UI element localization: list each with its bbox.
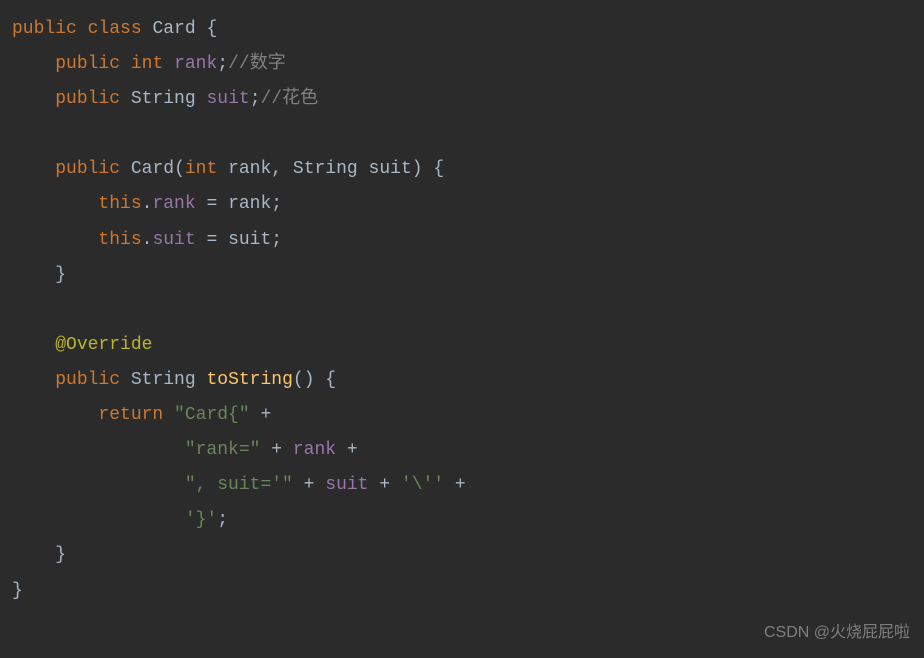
brace-close: } bbox=[55, 545, 66, 565]
code-line-13: "rank=" + rank + bbox=[0, 433, 924, 468]
plus: + bbox=[444, 475, 466, 495]
field-rank: rank bbox=[293, 440, 336, 460]
constructor-name: Card bbox=[131, 159, 174, 179]
paren-open: ( bbox=[174, 159, 185, 179]
equals: = bbox=[196, 230, 228, 250]
keyword-class: class bbox=[88, 19, 142, 39]
keyword-this: this bbox=[98, 194, 141, 214]
field-suit: suit bbox=[206, 89, 249, 109]
string-literal: "rank=" bbox=[185, 440, 261, 460]
code-line-7: this.suit = suit; bbox=[0, 223, 924, 258]
code-line-3: public String suit;//花色 bbox=[0, 82, 924, 117]
type-int: int bbox=[131, 54, 163, 74]
plus: + bbox=[293, 475, 325, 495]
code-line-5: public Card(int rank, String suit) { bbox=[0, 152, 924, 187]
dot: . bbox=[142, 230, 153, 250]
code-line-16: } bbox=[0, 538, 924, 573]
code-line-2: public int rank;//数字 bbox=[0, 47, 924, 82]
annotation-override: @Override bbox=[55, 335, 152, 355]
keyword-return: return bbox=[98, 405, 163, 425]
parens: () bbox=[293, 370, 315, 390]
code-line-8: } bbox=[0, 258, 924, 293]
keyword-public: public bbox=[55, 54, 120, 74]
brace-open: { bbox=[423, 159, 445, 179]
brace-close: } bbox=[55, 265, 66, 285]
semicolon: ; bbox=[217, 54, 228, 74]
code-line-9-blank bbox=[0, 293, 924, 328]
comma: , bbox=[271, 159, 293, 179]
field-rank: rank bbox=[152, 194, 195, 214]
string-literal: "Card{" bbox=[174, 405, 250, 425]
var-rank: rank bbox=[228, 194, 271, 214]
param-type-int: int bbox=[185, 159, 217, 179]
char-literal: '\'' bbox=[401, 475, 444, 495]
code-line-10: @Override bbox=[0, 328, 924, 363]
code-line-11: public String toString() { bbox=[0, 363, 924, 398]
type-string: String bbox=[131, 89, 196, 109]
method-tostring: toString bbox=[206, 370, 292, 390]
code-line-14: ", suit='" + suit + '\'' + bbox=[0, 468, 924, 503]
keyword-public: public bbox=[55, 370, 120, 390]
watermark: CSDN @火烧屁屁啦 bbox=[764, 617, 910, 648]
dot: . bbox=[142, 194, 153, 214]
paren-close: ) bbox=[412, 159, 423, 179]
comment: //花色 bbox=[261, 89, 319, 109]
semicolon: ; bbox=[271, 194, 282, 214]
semicolon: ; bbox=[217, 510, 228, 530]
comment: //数字 bbox=[228, 54, 286, 74]
class-name: Card bbox=[152, 19, 195, 39]
field-suit: suit bbox=[152, 230, 195, 250]
equals: = bbox=[196, 194, 228, 214]
param-name: suit bbox=[358, 159, 412, 179]
code-line-17: } bbox=[0, 574, 924, 609]
brace-open: { bbox=[196, 19, 218, 39]
keyword-public: public bbox=[55, 159, 120, 179]
keyword-public: public bbox=[55, 89, 120, 109]
field-rank: rank bbox=[174, 54, 217, 74]
keyword-public: public bbox=[12, 19, 77, 39]
brace-close: } bbox=[12, 581, 23, 601]
semicolon: ; bbox=[271, 230, 282, 250]
code-line-6: this.rank = rank; bbox=[0, 187, 924, 222]
code-line-4-blank bbox=[0, 117, 924, 152]
plus: + bbox=[336, 440, 358, 460]
brace-open: { bbox=[315, 370, 337, 390]
semicolon: ; bbox=[250, 89, 261, 109]
param-name: rank bbox=[217, 159, 271, 179]
field-suit: suit bbox=[325, 475, 368, 495]
plus: + bbox=[260, 440, 292, 460]
var-suit: suit bbox=[228, 230, 271, 250]
return-type-string: String bbox=[131, 370, 196, 390]
char-literal: '}' bbox=[185, 510, 217, 530]
code-line-15: '}'; bbox=[0, 503, 924, 538]
param-type-string: String bbox=[293, 159, 358, 179]
code-editor[interactable]: public class Card { public int rank;//数字… bbox=[0, 12, 924, 609]
plus: + bbox=[368, 475, 400, 495]
plus: + bbox=[250, 405, 272, 425]
code-line-1: public class Card { bbox=[0, 12, 924, 47]
code-line-12: return "Card{" + bbox=[0, 398, 924, 433]
string-literal: ", suit='" bbox=[185, 475, 293, 495]
keyword-this: this bbox=[98, 230, 141, 250]
